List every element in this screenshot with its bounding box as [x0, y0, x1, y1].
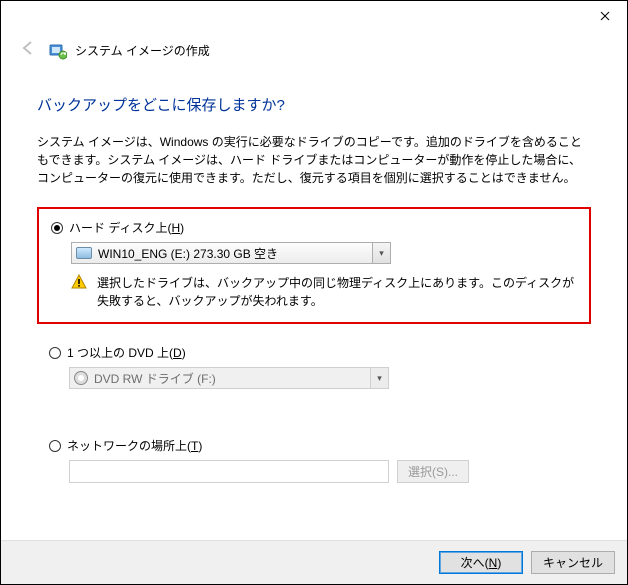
- option-network-section: ネットワークの場所上(T) 選択(S)...: [37, 431, 591, 483]
- option-network-label: ネットワークの場所上(T): [67, 437, 202, 454]
- radio-dvd[interactable]: [49, 347, 61, 359]
- drive-icon: [76, 247, 92, 259]
- browse-button: 選択(S)...: [397, 460, 469, 483]
- option-dvd-label: 1 つ以上の DVD 上(D): [67, 344, 186, 361]
- page-description: システム イメージは、Windows の実行に必要なドライブのコピーです。追加の…: [37, 133, 591, 187]
- window-title: システム イメージの作成: [75, 42, 210, 59]
- network-path-input: [69, 460, 389, 483]
- close-icon: [600, 11, 610, 21]
- content: バックアップをどこに保存しますか? システム イメージは、Windows の実行…: [1, 94, 627, 483]
- close-button[interactable]: [582, 1, 627, 31]
- dvd-drive-select: DVD RW ドライブ (F:) ▾: [69, 367, 389, 389]
- hdd-warning: 選択したドライブは、バックアップ中の同じ物理ディスク上にあります。このディスクが…: [71, 274, 577, 310]
- page-heading: バックアップをどこに保存しますか?: [37, 94, 591, 115]
- option-network[interactable]: ネットワークの場所上(T): [49, 437, 579, 454]
- dropdown-arrow[interactable]: ▾: [372, 243, 390, 263]
- option-dvd[interactable]: 1 つ以上の DVD 上(D): [49, 344, 579, 361]
- cancel-button[interactable]: キャンセル: [531, 551, 615, 574]
- header: システム イメージの作成: [1, 31, 627, 72]
- title-bar: [1, 1, 627, 31]
- footer: 次へ(N) キャンセル: [1, 540, 627, 584]
- hdd-drive-select[interactable]: WIN10_ENG (E:) 273.30 GB 空き ▾: [71, 242, 391, 264]
- option-hdd[interactable]: ハード ディスク上(H): [51, 219, 577, 236]
- warning-icon: [71, 274, 87, 290]
- dvd-drive-selected: DVD RW ドライブ (F:): [94, 370, 216, 387]
- option-dvd-section: 1 つ以上の DVD 上(D) DVD RW ドライブ (F:) ▾: [37, 334, 591, 389]
- back-arrow-icon: [15, 39, 41, 62]
- chevron-down-icon: ▾: [379, 248, 384, 259]
- chevron-down-icon: ▾: [377, 373, 382, 384]
- dvd-icon: [74, 371, 88, 385]
- dropdown-arrow-disabled: ▾: [370, 368, 388, 388]
- system-image-icon: [49, 42, 67, 60]
- radio-hdd[interactable]: [51, 222, 63, 234]
- next-button[interactable]: 次へ(N): [439, 551, 523, 574]
- highlight-box: ハード ディスク上(H) WIN10_ENG (E:) 273.30 GB 空き…: [37, 207, 591, 324]
- radio-network[interactable]: [49, 440, 61, 452]
- option-hdd-label: ハード ディスク上(H): [69, 219, 184, 236]
- hdd-drive-selected: WIN10_ENG (E:) 273.30 GB 空き: [98, 245, 278, 262]
- hdd-warning-text: 選択したドライブは、バックアップ中の同じ物理ディスク上にあります。このディスクが…: [97, 274, 577, 310]
